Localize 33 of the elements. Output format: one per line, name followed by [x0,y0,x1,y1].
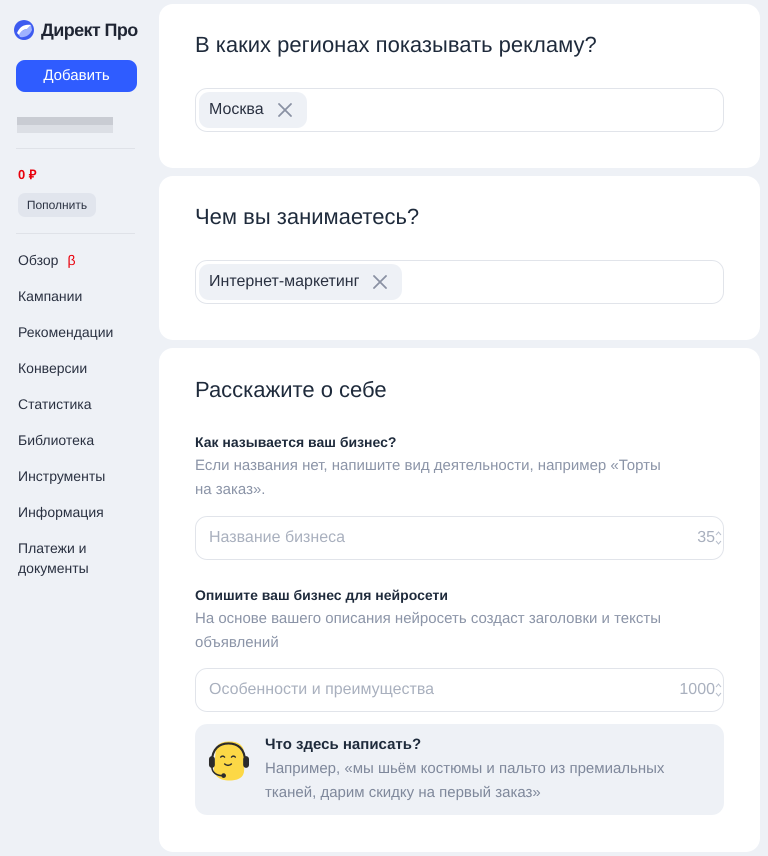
field-label: Опишите ваш бизнес для нейросети [195,586,449,605]
top-up-button[interactable]: Пополнить [18,193,96,217]
nav-item[interactable]: Библиотека [18,422,94,458]
support-mascot-icon [208,740,250,782]
field-hint: Если названия нет, напишите вид деятельности, например «Торты на заказ». [195,456,662,500]
balance-amount: 0 ₽ [18,167,37,183]
nav-item[interactable]: Обзор [18,242,58,278]
remove-icon[interactable] [276,102,293,118]
nav-item[interactable]: Кампании [18,278,82,314]
tip-title: Что здесь написать? [265,735,422,755]
section-title: В каких регионах показывать рекламу? [195,31,598,59]
tag-chip[interactable]: Интернет-маркетинг [199,264,402,300]
section-title: Расскажите о себе [195,376,388,404]
nav-item[interactable]: Инструменты [18,458,106,494]
beta-label: β [67,251,76,270]
add-button[interactable]: Добавить [16,60,137,92]
field-hint: На основе вашего описания нейросеть создаст заголовки и тексты объявлений [195,609,662,653]
nav-item[interactable]: Статистика [18,386,92,422]
field-label: Как называется ваш бизнес? [195,433,398,452]
logo-icon[interactable] [14,20,34,40]
logo-text[interactable]: Директ Про [41,19,138,41]
tag-input-field[interactable]: Интернет-маркетинг [195,260,724,304]
tag-input-field[interactable]: Москва [195,88,724,132]
character-counter: 1000 [679,683,715,697]
tip-text: Например, «мы шьём костюмы и пальто из премиальных тканей, дарим скидку на первый заказ» [265,759,666,803]
remove-icon[interactable] [372,274,388,290]
nav-item[interactable]: Платежи и документы [18,530,128,586]
tag-chip[interactable]: Москва [199,92,307,128]
nav-item[interactable]: Конверсии [18,350,88,386]
section-title: Чем вы занимаетесь? [195,203,420,231]
nav-item[interactable]: Информация [18,494,104,530]
nav-item[interactable]: Рекомендации [18,314,114,350]
character-counter: 35 [697,531,715,545]
